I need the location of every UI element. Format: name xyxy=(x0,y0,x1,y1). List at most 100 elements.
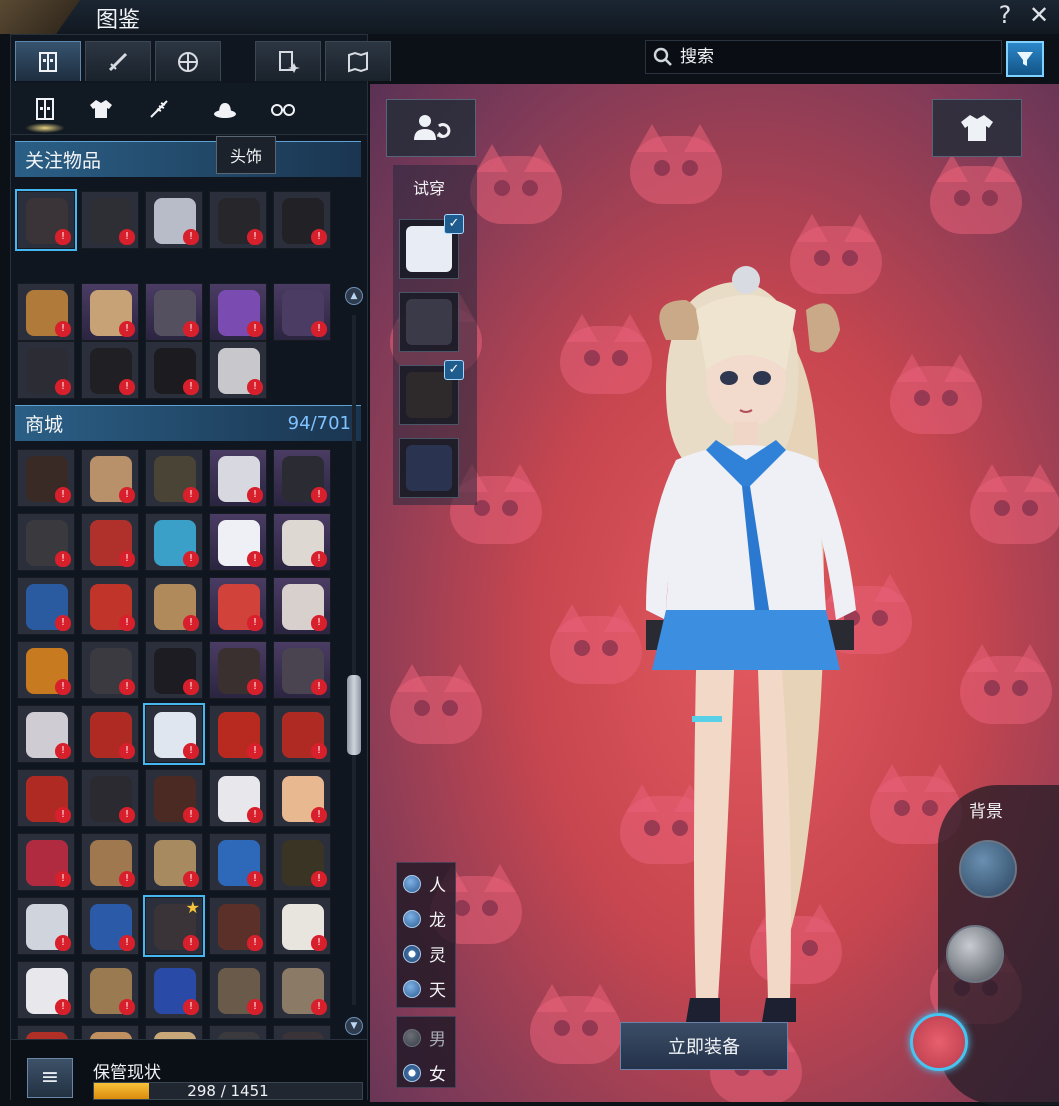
shop-item[interactable]: ! xyxy=(17,961,75,1019)
background-option-1[interactable] xyxy=(959,840,1017,898)
race-option[interactable]: 人 xyxy=(403,871,446,896)
close-button[interactable]: ✕ xyxy=(1024,0,1054,30)
equip-now-button[interactable]: 立即装备 xyxy=(620,1022,788,1070)
collection-item[interactable]: ! xyxy=(81,283,139,341)
favorite-item[interactable]: ! xyxy=(145,191,203,249)
shop-item[interactable]: ! xyxy=(145,641,203,699)
shop-item[interactable]: ! xyxy=(273,769,331,827)
collection-item[interactable]: ! xyxy=(81,341,139,399)
shop-item[interactable]: ! xyxy=(17,577,75,635)
shop-item[interactable]: ! xyxy=(81,833,139,891)
shop-item[interactable]: ! ★ xyxy=(143,895,205,957)
shop-item[interactable]: ! xyxy=(81,449,139,507)
shop-item[interactable]: ! xyxy=(209,513,267,571)
favorite-item[interactable]: ! xyxy=(15,189,77,251)
outfit-view-button[interactable] xyxy=(932,99,1022,157)
shop-item[interactable]: ! xyxy=(273,641,331,699)
collection-item[interactable]: ! xyxy=(273,283,331,341)
shop-item[interactable]: ! xyxy=(81,705,139,763)
scroll-track[interactable] xyxy=(352,315,356,1005)
shop-item[interactable]: ! xyxy=(273,833,331,891)
shop-item[interactable]: ! xyxy=(273,577,331,635)
shop-item[interactable]: ! xyxy=(17,833,75,891)
shop-item[interactable]: ! xyxy=(209,961,267,1019)
radio-button[interactable] xyxy=(403,909,421,928)
gender-option[interactable]: 女 xyxy=(403,1060,446,1085)
shop-item[interactable]: ! xyxy=(209,577,267,635)
shop-item[interactable]: ! xyxy=(209,641,267,699)
shop-item[interactable]: ! xyxy=(81,577,139,635)
radio-button[interactable] xyxy=(403,1063,421,1082)
shop-item[interactable]: ! xyxy=(209,769,267,827)
shop-item[interactable]: ! xyxy=(17,769,75,827)
shop-item[interactable]: ! xyxy=(81,641,139,699)
shop-item[interactable]: ! xyxy=(17,513,75,571)
shop-item[interactable]: ! xyxy=(145,577,203,635)
tab-weapon[interactable] xyxy=(85,41,151,81)
collection-item[interactable]: ! xyxy=(17,341,75,399)
subtab-outfit[interactable] xyxy=(79,91,123,127)
subtab-wardrobe[interactable] xyxy=(23,91,67,133)
shop-item[interactable]: ! xyxy=(209,449,267,507)
shop-item[interactable]: ! xyxy=(81,769,139,827)
race-option[interactable]: 龙 xyxy=(403,906,446,931)
background-option-2[interactable] xyxy=(946,925,1004,983)
favorite-item[interactable]: ! xyxy=(81,191,139,249)
shop-item[interactable]: ! xyxy=(273,897,331,955)
shop-item[interactable]: ! xyxy=(273,513,331,571)
subtab-glasses[interactable] xyxy=(261,91,305,127)
radio-button[interactable] xyxy=(403,979,421,998)
radio-button[interactable] xyxy=(403,944,421,963)
shop-item[interactable]: ! xyxy=(17,705,75,763)
collection-item[interactable]: ! xyxy=(209,341,267,399)
shop-item[interactable]: ! xyxy=(145,833,203,891)
shop-item[interactable]: ! xyxy=(273,961,331,1019)
subtab-headwear[interactable] xyxy=(203,91,247,127)
shop-item[interactable]: ! xyxy=(209,705,267,763)
tab-cards[interactable] xyxy=(255,41,321,81)
checkbox-checked-icon[interactable]: ✓ xyxy=(444,360,464,380)
radio-button[interactable] xyxy=(403,874,421,893)
shop-item[interactable]: ! xyxy=(145,513,203,571)
collection-item[interactable]: ! xyxy=(145,283,203,341)
shop-item[interactable]: ! xyxy=(81,897,139,955)
shop-item[interactable]: ! xyxy=(273,449,331,507)
help-button[interactable]: ? xyxy=(990,0,1020,30)
collection-item[interactable]: ! xyxy=(145,341,203,399)
shop-item[interactable]: ! xyxy=(143,703,205,765)
shop-item[interactable]: ! xyxy=(17,897,75,955)
item-scrollbar[interactable]: ▲ ▼ xyxy=(345,285,363,1035)
race-option[interactable]: 灵 xyxy=(403,941,446,966)
try-on-slot[interactable] xyxy=(399,292,459,352)
shop-item[interactable]: ! xyxy=(145,961,203,1019)
checkbox-checked-icon[interactable]: ✓ xyxy=(444,214,464,234)
shop-item[interactable]: ! xyxy=(17,449,75,507)
shop-item[interactable]: ! xyxy=(81,961,139,1019)
tab-map[interactable] xyxy=(325,41,391,81)
shop-item[interactable]: ! xyxy=(145,769,203,827)
try-on-slot[interactable]: ✓ xyxy=(399,360,464,425)
try-on-slot[interactable] xyxy=(399,438,459,498)
collection-item[interactable]: ! xyxy=(209,283,267,341)
try-on-slot[interactable]: ✓ xyxy=(399,214,464,279)
scroll-up-button[interactable]: ▲ xyxy=(345,287,363,305)
favorite-item[interactable]: ! xyxy=(273,191,331,249)
shop-item[interactable]: ! xyxy=(81,513,139,571)
favorite-item[interactable]: ! xyxy=(209,191,267,249)
race-option[interactable]: 天 xyxy=(403,976,446,1001)
shop-item[interactable]: ! xyxy=(209,897,267,955)
filter-button[interactable] xyxy=(1006,41,1044,77)
tab-wardrobe[interactable] xyxy=(15,41,81,81)
character-model[interactable] xyxy=(596,250,876,1040)
subtab-weapon-skin[interactable] xyxy=(137,91,181,127)
swap-model-button[interactable] xyxy=(386,99,476,157)
scroll-down-button[interactable]: ▼ xyxy=(345,1017,363,1035)
scroll-thumb[interactable] xyxy=(347,675,361,755)
search-input[interactable] xyxy=(680,47,980,67)
shop-item[interactable]: ! xyxy=(273,705,331,763)
menu-button[interactable]: ≡ xyxy=(27,1058,73,1098)
shop-item[interactable]: ! xyxy=(17,641,75,699)
background-option-3[interactable] xyxy=(910,1013,968,1071)
tab-accessory[interactable] xyxy=(155,41,221,81)
collection-item[interactable]: ! xyxy=(17,283,75,341)
